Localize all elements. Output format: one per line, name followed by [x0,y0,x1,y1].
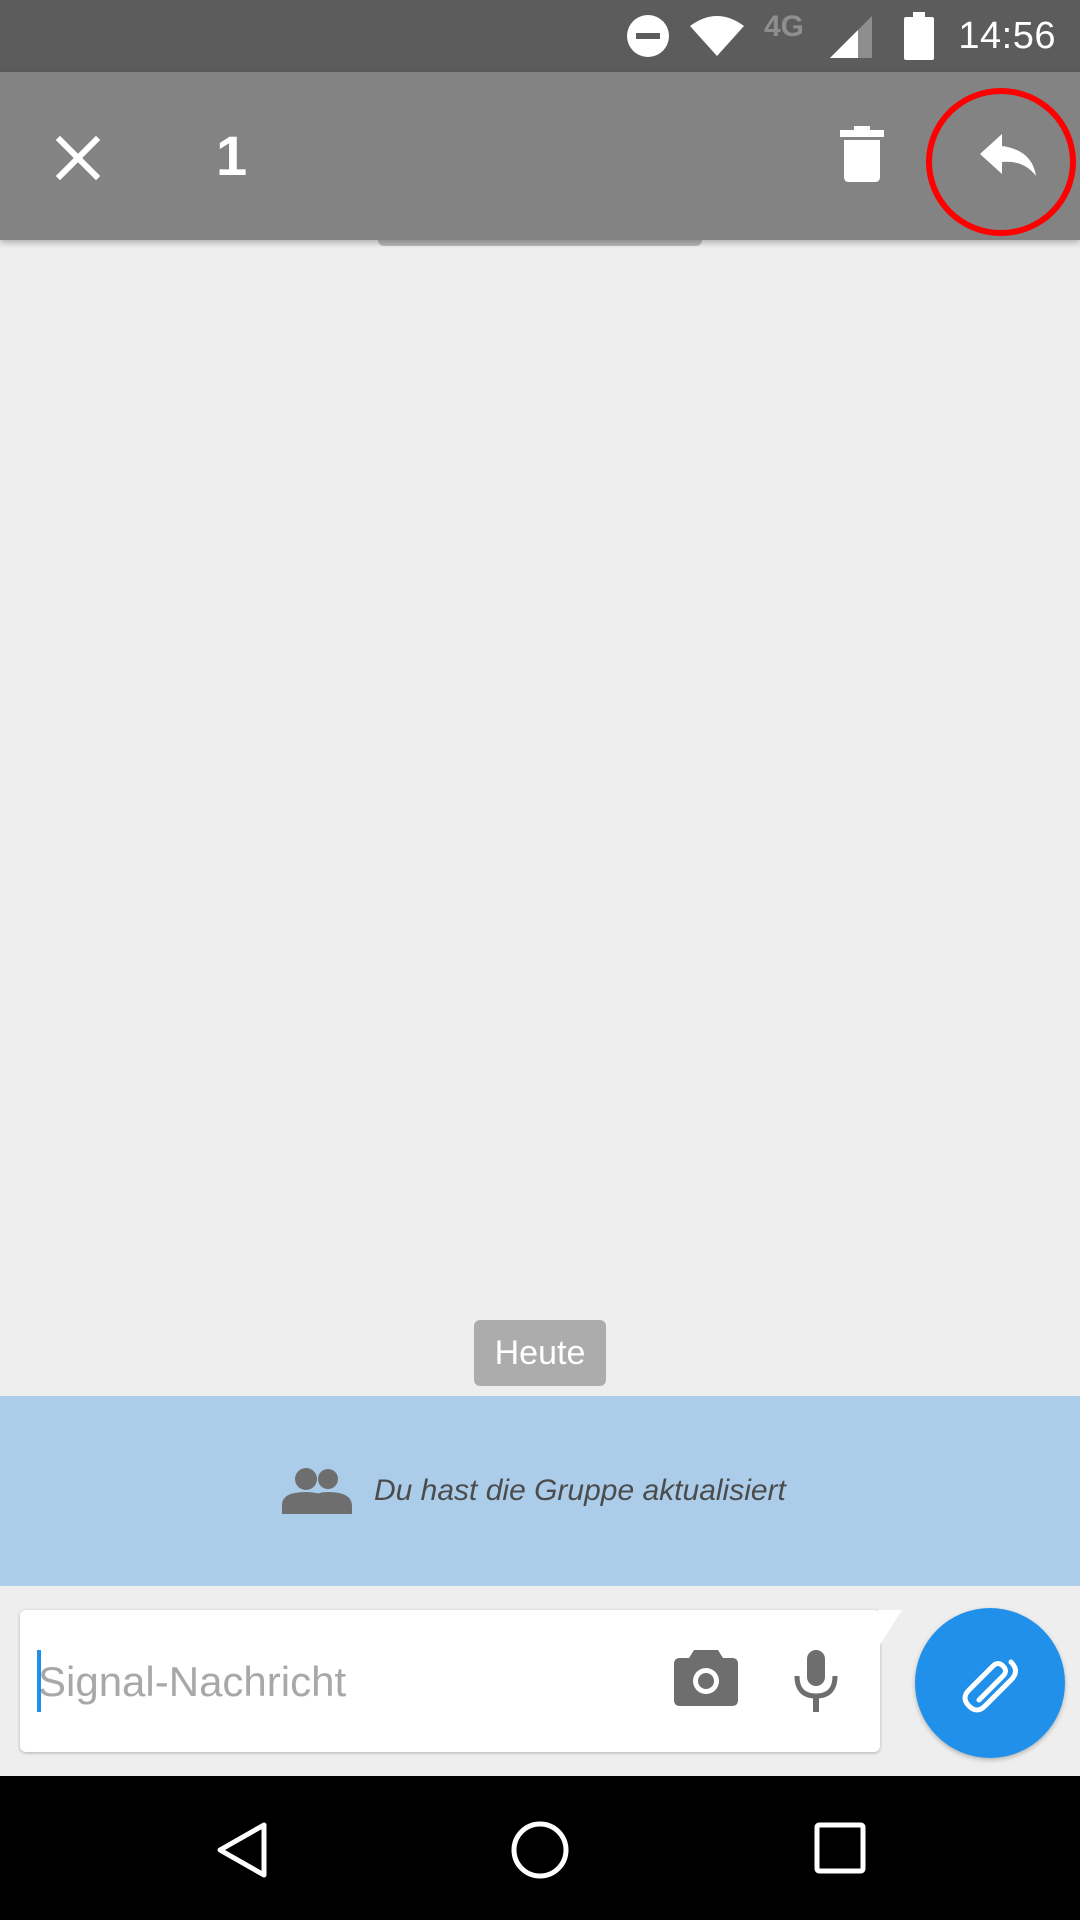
attach-button[interactable] [915,1608,1065,1758]
selected-count: 1 [216,124,248,187]
cell-signal-icon [828,14,874,58]
group-update-message[interactable]: Du hast die Gruppe aktualisiert [0,1396,1080,1586]
text-cursor [37,1650,41,1712]
composer-box-tail [878,1610,902,1648]
selection-toolbar: 1 [0,72,1080,240]
do-not-disturb-icon [626,14,670,58]
delete-icon[interactable] [840,126,884,182]
navigation-bar [0,1776,1080,1920]
home-icon[interactable] [510,1820,570,1880]
network-type-label: 4G [764,10,805,43]
message-input[interactable] [38,1646,638,1718]
microphone-icon[interactable] [794,1650,838,1712]
recents-icon[interactable] [814,1822,866,1874]
group-update-text: Du hast die Gruppe aktualisiert [374,1474,786,1507]
status-bar: 4G 14:56 [0,0,1080,72]
reply-button-highlight [926,88,1076,236]
battery-icon [904,12,934,60]
group-icon [282,1468,352,1514]
attach-icon [959,1652,1021,1714]
wifi-icon [688,14,746,58]
back-icon[interactable] [214,1820,270,1880]
close-icon[interactable] [54,134,102,182]
date-divider: Heute [474,1320,606,1386]
status-time: 14:56 [958,15,1056,57]
camera-icon[interactable] [674,1650,738,1706]
